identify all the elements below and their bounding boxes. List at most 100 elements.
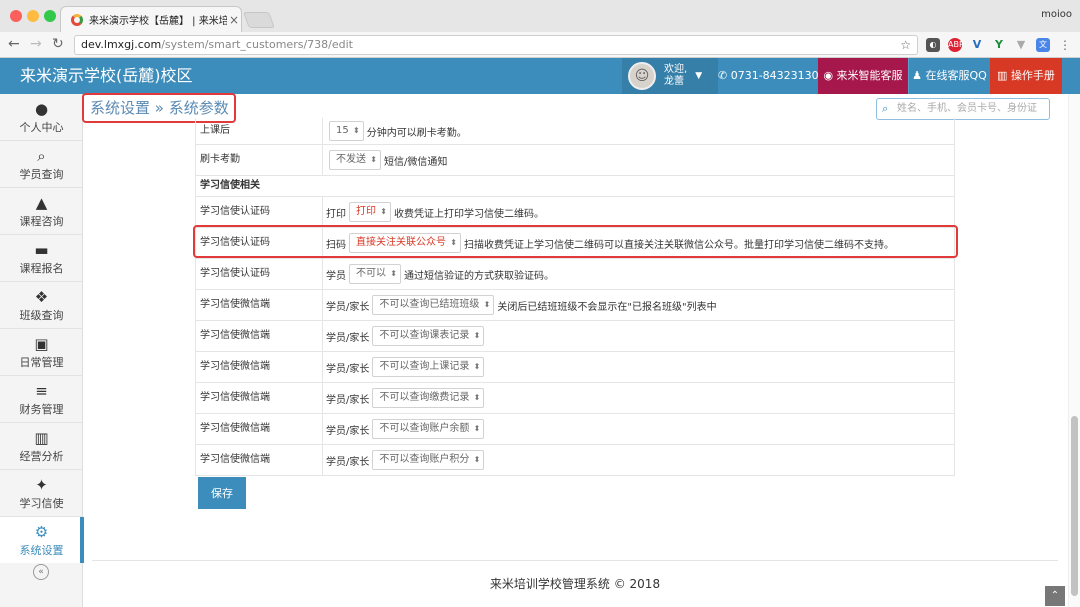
table-row: 学习信使认证码 学员不可以通过短信验证的方式获取验证码。 xyxy=(195,259,955,290)
bookmark-star-icon[interactable]: ☆ xyxy=(900,36,911,54)
tab-close-icon[interactable]: × xyxy=(227,13,241,27)
cart-icon: ▬ xyxy=(34,241,49,259)
sidebar-item-profile[interactable]: ● 个人中心 xyxy=(0,94,83,140)
browser-profile-name[interactable]: moioo xyxy=(1041,9,1072,20)
setting-select[interactable]: 不发送 xyxy=(329,150,381,170)
search-icon: ⌕ xyxy=(37,147,46,165)
reload-icon[interactable]: ↻ xyxy=(52,36,64,52)
phone-icon: ✆ xyxy=(718,69,731,82)
user-icon: ● xyxy=(34,100,49,118)
back-arrow-icon[interactable]: ← xyxy=(8,36,20,52)
qq-service-button[interactable]: ♟ 在线客服QQ xyxy=(908,58,990,94)
twitter-bird-icon: ✦ xyxy=(35,476,48,494)
row-suffix: 短信/微信通知 xyxy=(384,156,448,168)
table-row: 上课后 15分钟内可以刷卡考勤。 xyxy=(195,118,955,145)
row-control: 学员不可以通过短信验证的方式获取验证码。 xyxy=(326,264,554,284)
setting-select[interactable]: 不可以查询账户余额 xyxy=(372,419,485,439)
bar-chart-icon: ▥ xyxy=(34,429,49,447)
user-menu[interactable]: ☺ 欢迎, 龙蕾 ▼ xyxy=(622,58,718,94)
row-prefix: 打印 xyxy=(326,208,346,220)
section-header: 学习信使相关 xyxy=(195,176,955,197)
table-row: 学习信使认证码 打印打印收费凭证上打印学习信使二维码。 xyxy=(195,197,955,228)
setting-select[interactable]: 不可以查询账户积分 xyxy=(372,450,485,470)
school-name: 来米演示学校(岳麓)校区 xyxy=(20,66,193,85)
gears-icon: ⚙ xyxy=(34,523,49,541)
extension-translate-icon[interactable]: 文 xyxy=(1036,38,1050,52)
row-label: 学习信使认证码 xyxy=(200,268,270,279)
setting-select[interactable]: 不可以查询课表记录 xyxy=(372,326,485,346)
footer-divider xyxy=(92,560,1058,561)
setting-select[interactable]: 打印 xyxy=(349,202,391,222)
sidebar-item-course-consult[interactable]: ▲ 课程咨询 xyxy=(0,188,83,234)
table-row: 学习信使微信端 学员/家长 不可以查询账户余额 xyxy=(195,414,955,445)
setting-select[interactable]: 不可以查询缴费记录 xyxy=(372,388,485,408)
sidebar-item-settings[interactable]: ⚙ 系统设置 xyxy=(0,517,84,563)
phone-contact[interactable]: ✆ 0731-84323130 xyxy=(718,58,819,94)
adblock-extension-icon[interactable]: ABP xyxy=(948,38,964,52)
row-label: 刷卡考勤 xyxy=(200,154,240,165)
scrollbar[interactable] xyxy=(1068,94,1080,607)
url-path: /system/smart_customers/738/edit xyxy=(161,38,353,51)
search-input[interactable]: ⌕ 姓名、手机、会员卡号、身份证 xyxy=(876,98,1050,120)
minimize-window-button[interactable] xyxy=(27,10,39,22)
row-prefix: 学员/家长 xyxy=(326,332,370,344)
sidebar-item-daily[interactable]: ▣ 日常管理 xyxy=(0,329,83,375)
setting-select[interactable]: 15 xyxy=(329,121,364,141)
qq-icon: ♟ xyxy=(912,69,926,82)
close-window-button[interactable] xyxy=(10,10,22,22)
avatar: ☺ xyxy=(628,62,656,90)
setting-select[interactable]: 不可以 xyxy=(349,264,401,284)
browser-menu-icon[interactable]: ⋮ xyxy=(1058,38,1072,52)
row-prefix: 学员/家长 xyxy=(326,425,370,437)
tab-title: 来米演示学校【岳麓】 | 来米培 xyxy=(89,16,227,27)
sidebar-item-label: 系统设置 xyxy=(19,544,64,557)
forward-arrow-icon[interactable]: → xyxy=(30,36,42,52)
setting-select[interactable]: 不可以查询上课记录 xyxy=(372,357,485,377)
ai-service-button[interactable]: ◉ 来米智能客服 xyxy=(818,58,908,94)
row-control: 打印打印收费凭证上打印学习信使二维码。 xyxy=(326,202,544,222)
extension-ghost-icon[interactable]: ◐ xyxy=(926,38,940,52)
search-placeholder: 姓名、手机、会员卡号、身份证 xyxy=(897,103,1037,114)
sidebar-item-analytics[interactable]: ▥ 经营分析 xyxy=(0,423,83,469)
row-label: 学习信使微信端 xyxy=(200,299,270,310)
save-button[interactable]: 保存 xyxy=(198,477,246,509)
sidebar-item-messenger[interactable]: ✦ 学习信使 xyxy=(0,470,83,516)
scrollbar-thumb[interactable] xyxy=(1071,416,1078,596)
sidebar-item-enrollment[interactable]: ▬ 课程报名 xyxy=(0,235,83,281)
row-prefix: 学员/家长 xyxy=(326,394,370,406)
table-row: 学习信使微信端 学员/家长 不可以查询课表记录 xyxy=(195,321,955,352)
extension-y-icon[interactable]: Y xyxy=(992,38,1006,52)
browser-tab[interactable]: 来米演示学校【岳麓】 | 来米培 × xyxy=(60,6,242,32)
row-prefix: 学员 xyxy=(326,270,346,282)
footer: 来米培训学校管理系统 © 2018 xyxy=(489,577,661,591)
sidebar-item-finance[interactable]: ≡ 财务管理 xyxy=(0,376,83,422)
row-prefix: 学员/家长 xyxy=(326,363,370,375)
sidebar-item-class-query[interactable]: ❖ 班级查询 xyxy=(0,282,83,328)
list-icon: ≡ xyxy=(35,382,48,400)
sidebar-item-student-query[interactable]: ⌕ 学员查询 xyxy=(0,141,83,187)
user-name: 龙蕾 xyxy=(664,76,684,87)
sidebar-item-label: 财务管理 xyxy=(19,403,64,416)
extension-filter-icon[interactable]: ▼ xyxy=(1014,38,1028,52)
back-to-top-button[interactable]: ⌃ xyxy=(1045,586,1065,606)
new-tab-button[interactable] xyxy=(243,12,275,28)
row-control: 不发送短信/微信通知 xyxy=(326,150,447,170)
sidebar-item-label: 日常管理 xyxy=(19,356,64,369)
row-control: 学员/家长 不可以查询课表记录 xyxy=(326,326,487,346)
app-header: 来米演示学校(岳麓)校区 ☺ 欢迎, 龙蕾 ▼ ✆ 0731-84323130 … xyxy=(0,58,1080,94)
row-control: 学员/家长不可以查询已结班班级关闭后已结班班级不会显示在"已报名班级"列表中 xyxy=(326,295,717,315)
book-icon: ▥ xyxy=(997,69,1011,82)
row-label: 学习信使认证码 xyxy=(200,206,270,217)
breadcrumb: 系统设置 » 系统参数 xyxy=(90,99,229,117)
manual-button[interactable]: ▥ 操作手册 xyxy=(990,58,1062,94)
vimium-extension-icon[interactable]: V xyxy=(970,38,984,52)
sidebar-item-label: 班级查询 xyxy=(19,309,64,322)
row-label: 学习信使微信端 xyxy=(200,392,270,403)
row-control: 学员/家长 不可以查询账户积分 xyxy=(326,450,487,470)
row-suffix: 通过短信验证的方式获取验证码。 xyxy=(404,270,554,282)
address-bar[interactable]: dev.lmxgj.com/system/smart_customers/738… xyxy=(74,35,918,55)
setting-select[interactable]: 不可以查询已结班班级 xyxy=(372,295,495,315)
sidebar-item-label: 个人中心 xyxy=(19,121,64,134)
search-icon: ⌕ xyxy=(882,102,889,115)
maximize-window-button[interactable] xyxy=(44,10,56,22)
